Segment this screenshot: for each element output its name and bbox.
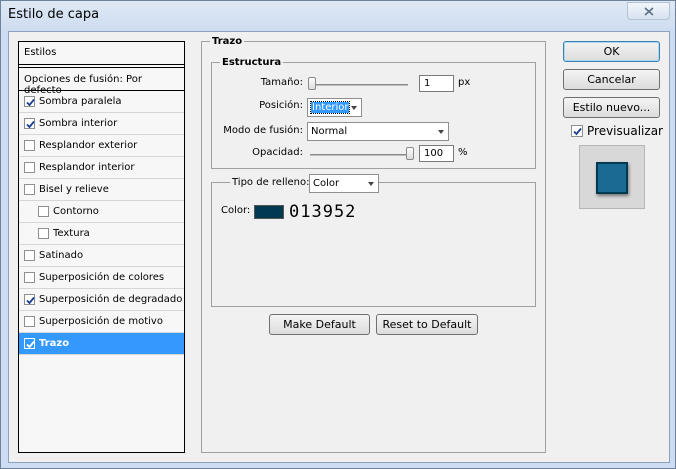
chevron-down-icon: [368, 182, 374, 186]
opacity-slider-thumb[interactable]: [406, 147, 414, 160]
stroke-panel: Trazo Estructura Tamaño: 1 px Posición: …: [201, 36, 546, 453]
new-style-button[interactable]: Estilo nuevo...: [563, 97, 660, 118]
blend-mode-select[interactable]: Normal: [307, 122, 449, 141]
chevron-down-icon: [438, 130, 444, 134]
size-label: Tamaño:: [260, 77, 303, 88]
opacity-input[interactable]: 100: [419, 145, 454, 162]
check-icon: [572, 127, 583, 140]
preview-label: Previsualizar: [587, 124, 663, 138]
dialog-body: Estilos Opciones de fusión: Por defecto …: [8, 31, 670, 463]
size-input[interactable]: 1: [419, 75, 454, 92]
style-checkbox[interactable]: [24, 338, 35, 349]
style-checkbox[interactable]: [38, 228, 49, 239]
style-item-label: Resplandor interior: [39, 162, 135, 173]
close-button[interactable]: [627, 2, 670, 20]
fill-type-value: Color: [313, 178, 340, 189]
style-item-label: Superposición de degradado: [39, 294, 183, 305]
style-item-label: Superposición de motivo: [39, 316, 163, 327]
style-item-label: Resplandor exterior: [39, 140, 138, 151]
fill-type-label: Tipo de relleno:: [230, 177, 312, 188]
style-item-label: Contorno: [53, 206, 99, 217]
window-title: Estilo de capa: [8, 7, 100, 22]
structure-fieldset: Estructura Tamaño: 1 px Posición: Interi…: [211, 57, 536, 169]
style-item[interactable]: Superposición de colores: [19, 267, 184, 289]
opacity-slider-track[interactable]: [310, 154, 414, 156]
style-item-label: Sombra paralela: [39, 96, 122, 107]
size-unit: px: [458, 77, 471, 88]
blending-options-item[interactable]: Opciones de fusión: Por defecto: [19, 67, 184, 96]
style-preview: [579, 145, 645, 209]
style-checkbox[interactable]: [24, 162, 35, 173]
style-item[interactable]: Sombra paralela: [19, 91, 184, 113]
reset-default-button[interactable]: Reset to Default: [376, 314, 478, 335]
style-item-label: Trazo: [39, 338, 70, 349]
size-slider-thumb[interactable]: [308, 77, 316, 90]
style-item-label: Sombra interior: [39, 118, 118, 129]
color-swatch[interactable]: [254, 205, 284, 219]
style-item[interactable]: Resplandor interior: [19, 157, 184, 179]
style-item-label: Textura: [53, 228, 90, 239]
style-item[interactable]: Superposición de degradado: [19, 289, 184, 311]
position-value: Interior: [309, 101, 351, 114]
fill-type-select[interactable]: Color: [309, 174, 379, 193]
style-item-label: Superposición de colores: [39, 272, 165, 283]
style-checkbox[interactable]: [24, 96, 35, 107]
position-label: Posición:: [259, 100, 303, 111]
make-default-button[interactable]: Make Default: [269, 314, 370, 335]
color-hex-text: 013952: [289, 202, 357, 222]
position-select[interactable]: Interior: [307, 98, 362, 117]
styles-list: Estilos Opciones de fusión: Por defecto …: [18, 41, 185, 453]
style-checkbox[interactable]: [24, 140, 35, 151]
style-items: Sombra paralela Sombra interior Resplandor…: [19, 91, 184, 355]
preview-swatch: [596, 162, 628, 194]
structure-group-title: Estructura: [220, 57, 284, 68]
size-slider-track[interactable]: [310, 84, 408, 86]
chevron-down-icon: [351, 106, 357, 110]
style-item[interactable]: Resplandor exterior: [19, 135, 184, 157]
styles-header[interactable]: Estilos: [19, 42, 184, 65]
style-checkbox[interactable]: [24, 118, 35, 129]
style-item-label: Satinado: [39, 250, 84, 261]
style-checkbox[interactable]: [24, 272, 35, 283]
style-checkbox[interactable]: [38, 206, 49, 217]
cancel-button[interactable]: Cancelar: [563, 69, 660, 90]
style-item[interactable]: Bisel y relieve: [19, 179, 184, 201]
opacity-label: Opacidad:: [252, 147, 303, 158]
title-bar[interactable]: Estilo de capa: [1, 1, 675, 29]
color-label: Color:: [221, 205, 251, 216]
stroke-group-title: Trazo: [210, 36, 245, 47]
style-item[interactable]: Textura: [19, 223, 184, 245]
style-item[interactable]: Superposición de motivo: [19, 311, 184, 333]
style-item-label: Bisel y relieve: [39, 184, 109, 195]
blend-mode-label: Modo de fusión:: [223, 125, 303, 136]
style-item[interactable]: Satinado: [19, 245, 184, 267]
ok-button[interactable]: OK: [563, 41, 660, 62]
style-checkbox[interactable]: [24, 294, 35, 305]
style-checkbox[interactable]: [24, 250, 35, 261]
layer-style-dialog: Estilo de capa Estilos Opciones de fusió…: [0, 0, 676, 469]
preview-checkbox[interactable]: [571, 125, 583, 137]
fill-fieldset: Tipo de relleno: Color Color: 013952: [211, 174, 536, 307]
style-checkbox[interactable]: [24, 316, 35, 327]
style-item[interactable]: Trazo: [19, 333, 184, 355]
opacity-unit: %: [458, 147, 468, 158]
style-checkbox[interactable]: [24, 184, 35, 195]
style-item[interactable]: Sombra interior: [19, 113, 184, 135]
blend-mode-value: Normal: [311, 126, 348, 137]
style-item[interactable]: Contorno: [19, 201, 184, 223]
